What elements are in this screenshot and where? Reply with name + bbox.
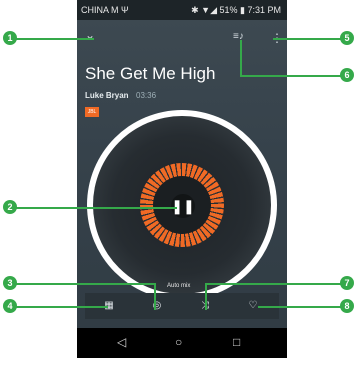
repeat-button[interactable]: ◎ — [133, 293, 181, 319]
bottom-margin — [77, 358, 287, 382]
callout-vline-3 — [154, 283, 156, 310]
artist-name: Luke Bryan — [85, 91, 129, 100]
play-pause-button[interactable]: ❚❚ — [171, 194, 195, 218]
callout-line-8 — [258, 306, 343, 308]
phone-screen: CHINA M Ψ ✱ ▼◢ 51% ▮ 7:31 PM ⌄ ≡♪ ⋮ She … — [77, 0, 287, 382]
jbl-badge: JBL — [85, 107, 99, 117]
back-icon[interactable]: ◁ — [117, 335, 126, 349]
callout-5: 5 — [340, 31, 354, 45]
callout-line-6 — [240, 75, 343, 77]
auto-mix-label: Auto mix — [167, 283, 191, 289]
song-duration: 03:36 — [136, 91, 157, 100]
callout-vline-7 — [205, 283, 207, 310]
turntable-disc[interactable]: ❚❚ — [87, 110, 277, 300]
callout-vline-6 — [240, 40, 242, 76]
usb-icon: Ψ — [121, 5, 129, 15]
callout-7: 7 — [340, 276, 354, 290]
callout-line-5 — [273, 38, 343, 40]
callout-line-3 — [12, 283, 155, 285]
bottom-control-bar: ▦ ◎ ⤨ ♡ — [85, 293, 279, 319]
queue-icon[interactable]: ≡♪ — [233, 31, 244, 42]
callout-8: 8 — [340, 299, 354, 313]
callout-2: 2 — [3, 200, 17, 214]
callout-4: 4 — [3, 299, 17, 313]
callout-3: 3 — [3, 276, 17, 290]
song-title: She Get Me High — [85, 64, 216, 83]
callout-line-1 — [12, 38, 94, 40]
android-nav-bar: ◁ ○ □ — [77, 328, 287, 358]
callout-line-7 — [205, 283, 343, 285]
status-icons-time: ✱ ▼◢ 51% ▮ 7:31 PM — [191, 5, 281, 15]
recent-apps-icon[interactable]: □ — [233, 335, 240, 349]
callout-line-4 — [12, 306, 108, 308]
callout-6: 6 — [340, 68, 354, 82]
carrier-label: CHINA M — [81, 5, 119, 15]
status-bar: CHINA M Ψ ✱ ▼◢ 51% ▮ 7:31 PM — [77, 0, 287, 20]
callout-line-2 — [12, 207, 177, 209]
home-icon[interactable]: ○ — [175, 335, 182, 349]
callout-1: 1 — [3, 31, 17, 45]
